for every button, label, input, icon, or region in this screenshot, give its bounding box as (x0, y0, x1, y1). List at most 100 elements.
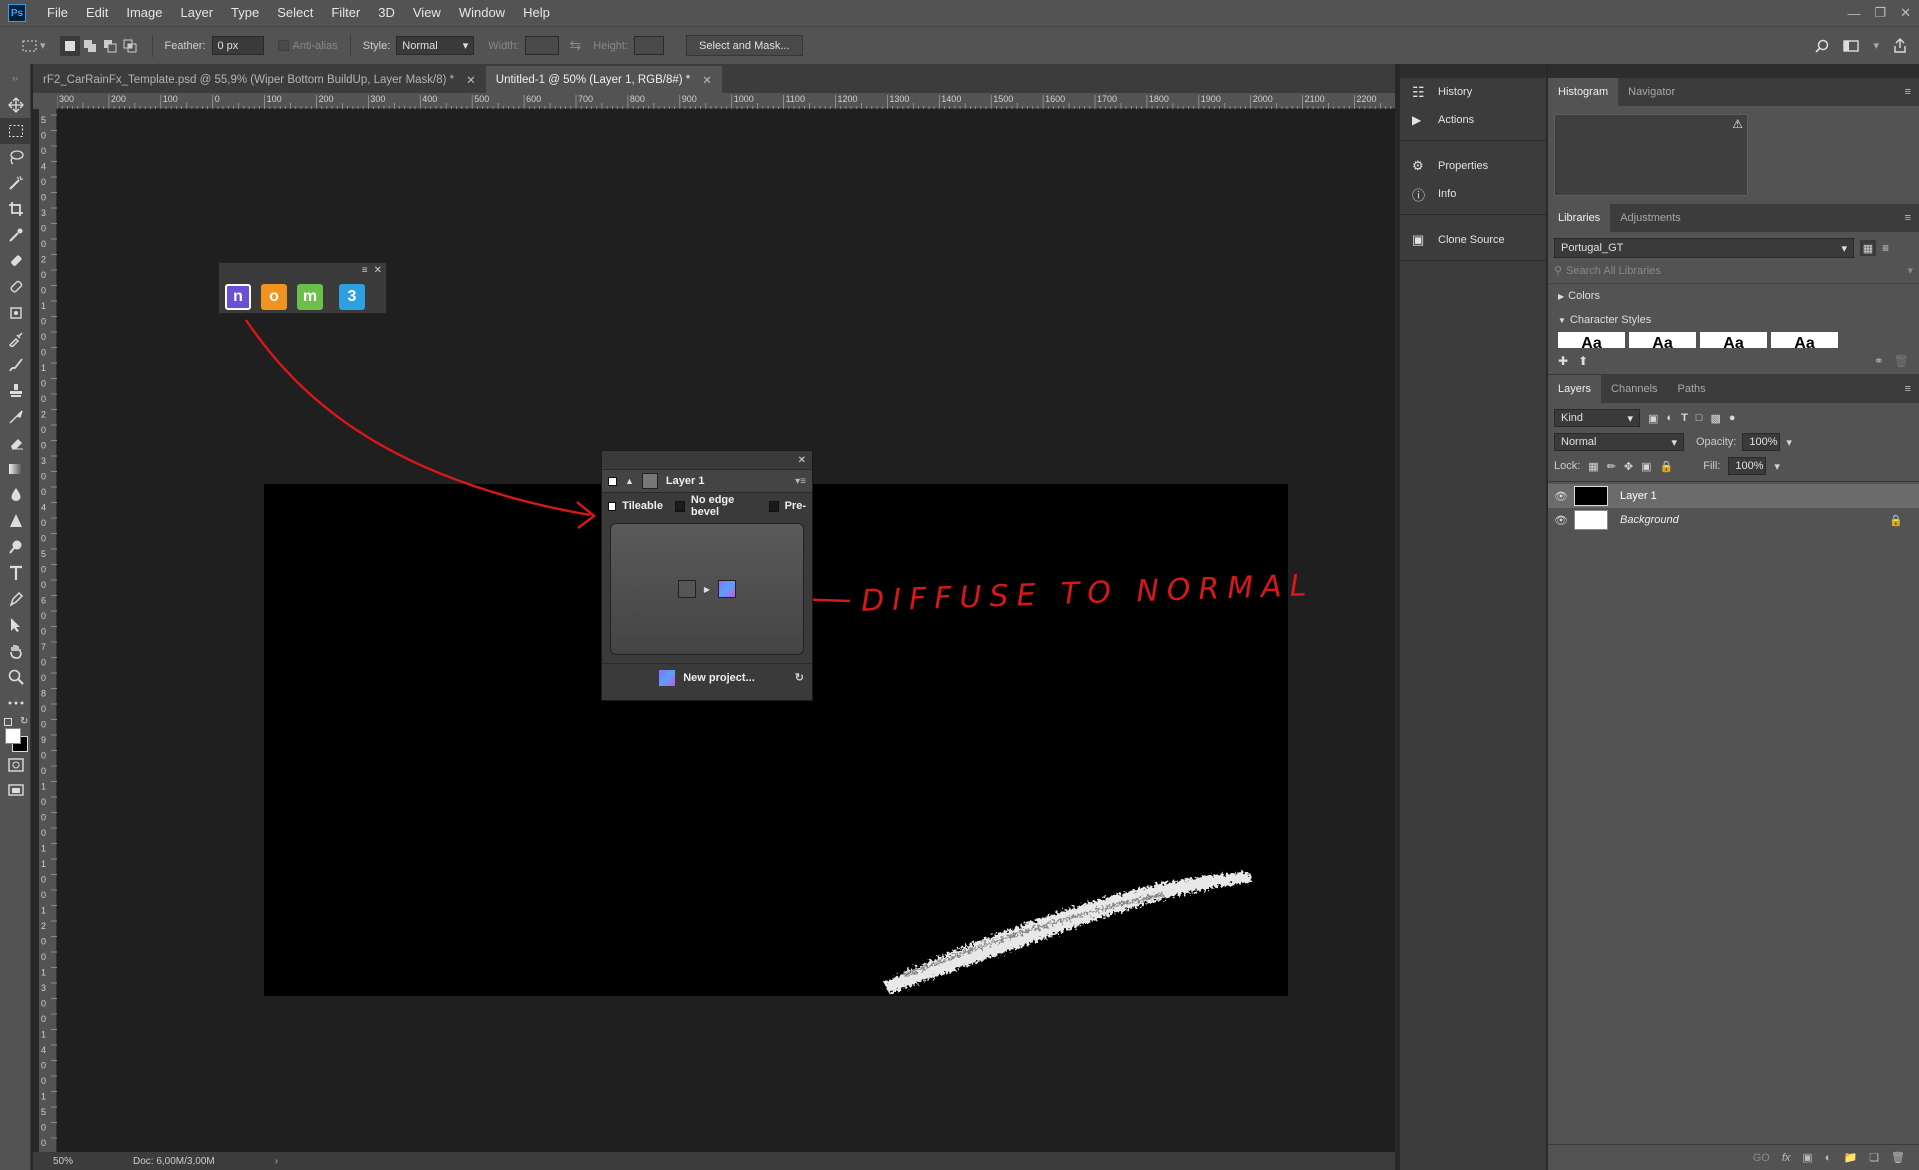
library-section-colors[interactable]: ▶ Colors (1548, 283, 1919, 308)
layer-row-background[interactable]: 👁 Background 🔒 (1548, 508, 1919, 532)
add-mask-icon[interactable]: ▣ (1802, 1151, 1812, 1164)
layer-visibility-checkbox[interactable] (608, 476, 617, 486)
layer-name[interactable]: Background (1620, 514, 1679, 526)
chevron-right-icon[interactable]: › (275, 1156, 278, 1167)
ddo-button[interactable]: o (261, 284, 287, 310)
fx-icon[interactable]: fx (1782, 1152, 1791, 1164)
visibility-eye-icon[interactable]: 👁 (1548, 514, 1574, 527)
tab-adjustments[interactable]: Adjustments (1610, 204, 1691, 232)
layer-filter-select[interactable]: Kind ▾ (1554, 409, 1640, 427)
actions-panel-button[interactable]: ▶ Actions (1400, 106, 1546, 134)
grid-view-icon[interactable]: ▦ (1860, 240, 1876, 256)
lock-all-icon[interactable]: 🔒 (1660, 460, 1674, 473)
history-panel-button[interactable]: ☷ History (1400, 78, 1546, 106)
lock-position-icon[interactable]: ✥ (1624, 460, 1633, 473)
adjustment-layer-icon[interactable]: ◐ (1825, 1152, 1832, 1164)
lock-artboard-icon[interactable]: ▣ (1641, 460, 1651, 473)
tab-navigator[interactable]: Navigator (1618, 78, 1685, 106)
panel-label: Actions (1438, 114, 1475, 126)
3do-label: 3 (347, 288, 357, 305)
chevron-down-icon[interactable]: ▾ (1907, 264, 1913, 277)
new-layer-icon[interactable]: ❏ (1869, 1151, 1879, 1164)
panel-menu-icon[interactable]: ≡ (1905, 383, 1911, 395)
panel-menu-icon[interactable]: ▾≡ (795, 476, 806, 487)
filter-toggle-icon[interactable]: ● (1729, 412, 1736, 424)
delete-layer-icon[interactable]: 🗑 (1891, 1151, 1905, 1164)
link-layers-icon[interactable]: GO (1753, 1152, 1770, 1164)
pre-label: Pre- (784, 500, 806, 512)
red-arrow-curve (245, 319, 591, 517)
creative-cloud-icon[interactable]: ⚭ (1874, 354, 1884, 368)
3do-button[interactable]: 3 (339, 284, 365, 310)
plugin-launcher-bar: ≡ ✕ n o m 3 (218, 262, 387, 314)
panel-menu-icon[interactable]: ≡ (1905, 212, 1911, 224)
add-icon[interactable]: ✚ (1558, 354, 1568, 368)
lock-label: Lock: (1554, 460, 1581, 472)
search-icon: ⚲ (1554, 265, 1563, 277)
character-style-sample[interactable]: Aa (1700, 332, 1767, 348)
mdo-label: m (302, 288, 318, 305)
character-style-sample[interactable]: Aa (1629, 332, 1696, 348)
diffuse-thumbnail-icon (677, 580, 696, 598)
panel-menu-icon[interactable]: ≡ (362, 265, 368, 276)
new-group-icon[interactable]: 📁 (1843, 1151, 1857, 1164)
library-select[interactable]: Portugal_GT ▾ (1554, 238, 1854, 258)
trash-icon[interactable]: 🗑 (1894, 354, 1909, 368)
arrow-up-icon[interactable]: ▲ (625, 476, 634, 486)
chevron-down-icon[interactable]: ▾ (1786, 436, 1792, 449)
tab-libraries[interactable]: Libraries (1548, 204, 1611, 232)
layer-row-layer-1[interactable]: 👁 Layer 1 (1548, 484, 1919, 508)
convert-area[interactable]: ▶ (610, 523, 804, 655)
tab-histogram[interactable]: Histogram (1548, 78, 1619, 106)
chevron-down-icon: ▾ (1671, 436, 1677, 449)
ndo-label: n (233, 288, 243, 305)
tab-paths[interactable]: Paths (1668, 375, 1716, 403)
new-project-button[interactable]: New project... ↻ (602, 663, 812, 691)
pre-checkbox[interactable] (768, 500, 779, 512)
fill-input[interactable]: 100% (1728, 457, 1767, 475)
layer-name[interactable]: Layer 1 (1620, 490, 1657, 502)
clone-source-panel-button[interactable]: ▣ Clone Source (1400, 226, 1546, 254)
diffuse-to-normal-button[interactable] (718, 580, 737, 598)
actions-icon: ▶ (1412, 113, 1422, 127)
layer-thumbnail-icon (641, 473, 658, 489)
filter-shape-icon[interactable]: □ (1696, 412, 1703, 424)
status-bar: 50% Doc: 6,00M/3,00M › (33, 1152, 1395, 1170)
layers-tabs: Layers Channels Paths ≡ (1548, 375, 1919, 403)
close-icon[interactable]: ✕ (602, 451, 812, 469)
blend-mode-select[interactable]: Normal ▾ (1554, 433, 1684, 451)
list-view-icon[interactable]: ≡ (1882, 241, 1889, 255)
tab-layers[interactable]: Layers (1548, 375, 1602, 403)
visibility-eye-icon[interactable]: 👁 (1548, 490, 1574, 503)
filter-type-icon[interactable]: T (1681, 412, 1688, 424)
filter-pixel-icon[interactable]: ▣ (1648, 412, 1658, 425)
refresh-icon[interactable]: ↻ (795, 671, 804, 684)
close-icon[interactable]: ✕ (374, 265, 382, 276)
zoom-level[interactable]: 50% (33, 1156, 93, 1167)
filter-adjustment-icon[interactable]: ◐ (1666, 412, 1673, 424)
opacity-input[interactable]: 100% (1742, 433, 1781, 451)
properties-panel-button[interactable]: ⚙ Properties (1400, 152, 1546, 180)
ndo-button[interactable]: n (225, 284, 251, 310)
tab-channels[interactable]: Channels (1601, 375, 1667, 403)
lock-image-icon[interactable]: ✏ (1607, 460, 1616, 473)
right-panel-stack: Histogram Navigator ≡ ⚠ Libraries Adjust… (1548, 64, 1919, 1170)
layer-name: Layer 1 (665, 475, 705, 487)
library-section-character-styles[interactable]: ▼ Character Styles (1548, 308, 1919, 332)
chevron-down-icon[interactable]: ▾ (1774, 460, 1780, 473)
filter-smart-object-icon[interactable]: ▩ (1710, 412, 1720, 425)
character-style-sample[interactable]: Aa (1558, 332, 1625, 348)
history-icon: ☷ (1412, 83, 1425, 100)
lock-transparent-icon[interactable]: ▦ (1588, 460, 1598, 473)
panel-menu-icon[interactable]: ≡ (1905, 86, 1911, 98)
arrow-right-icon: ▶ (703, 584, 711, 594)
mdo-button[interactable]: m (297, 284, 323, 310)
upload-icon[interactable]: ⬆ (1578, 354, 1588, 368)
library-search[interactable]: ⚲ Search All Libraries ▾ (1548, 258, 1919, 283)
character-style-sample[interactable]: Aa (1771, 332, 1838, 348)
no-edge-bevel-checkbox[interactable] (674, 500, 685, 512)
opacity-label: Opacity: (1696, 436, 1737, 448)
tileable-checkbox[interactable] (608, 501, 617, 511)
info-panel-button[interactable]: ⓘ Info (1400, 180, 1546, 208)
warning-icon[interactable]: ⚠ (1732, 117, 1743, 131)
